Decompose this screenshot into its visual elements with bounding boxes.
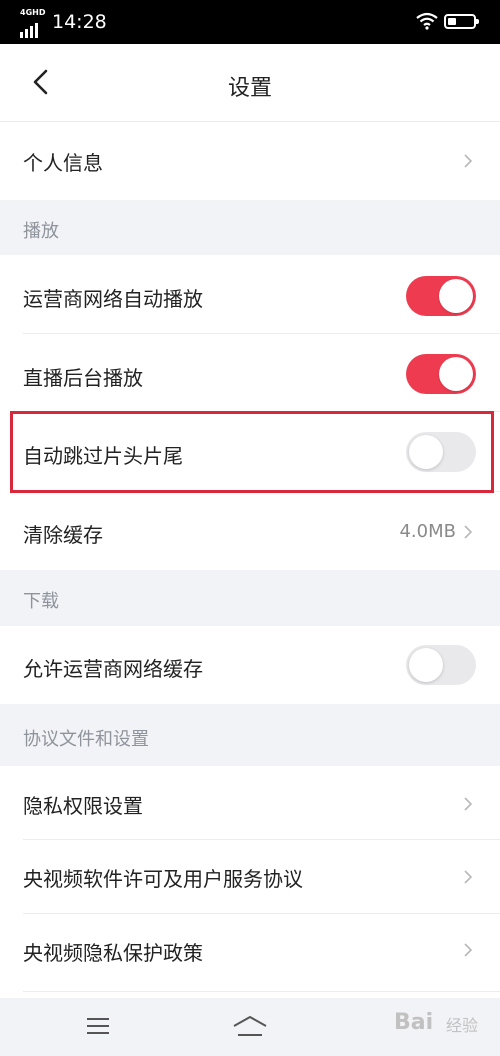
live-background-toggle[interactable]	[406, 354, 476, 394]
section-title: 播放	[23, 221, 59, 242]
menu-button[interactable]	[68, 1010, 128, 1046]
network-type-label: 4GHD	[20, 8, 46, 17]
clear-cache-row[interactable]: 清除缓存 4.0MB	[0, 492, 500, 570]
privacy-policy-row[interactable]: 央视频隐私保护政策	[0, 914, 500, 998]
skip-intro-row: 自动跳过片头片尾	[0, 412, 500, 492]
clear-cache-label: 清除缓存	[23, 523, 103, 547]
section-header-playback: 播放	[0, 200, 500, 255]
skip-intro-label: 自动跳过片头片尾	[23, 444, 183, 468]
home-icon	[232, 1015, 268, 1041]
personal-info-label: 个人信息	[23, 151, 103, 175]
battery-icon	[444, 14, 479, 29]
chevron-right-icon	[464, 154, 474, 168]
carrier-cache-toggle[interactable]	[406, 645, 476, 685]
privacy-policy-label: 央视频隐私保护政策	[23, 941, 203, 965]
section-title: 协议文件和设置	[23, 729, 149, 750]
license-agreement-label: 央视频软件许可及用户服务协议	[23, 867, 303, 891]
chevron-right-icon	[464, 525, 474, 539]
wifi-icon	[416, 12, 438, 34]
watermark-logo: Bai 经验	[388, 1000, 500, 1050]
live-background-row: 直播后台播放	[0, 334, 500, 412]
chevron-right-icon	[464, 943, 474, 957]
cache-size-value: 4.0MB	[399, 521, 456, 542]
chevron-right-icon	[464, 797, 474, 811]
privacy-permissions-label: 隐私权限设置	[23, 794, 143, 818]
privacy-permissions-row[interactable]: 隐私权限设置	[0, 766, 500, 840]
carrier-autoplay-row: 运营商网络自动播放	[0, 255, 500, 334]
status-time: 14:28	[52, 11, 107, 33]
watermark-sub: 经验	[446, 1016, 479, 1035]
carrier-cache-row: 允许运营商网络缓存	[0, 626, 500, 704]
menu-icon	[86, 1017, 110, 1039]
section-header-agreements: 协议文件和设置	[0, 704, 500, 766]
license-agreement-row[interactable]: 央视频软件许可及用户服务协议	[0, 840, 500, 914]
section-header-download: 下载	[0, 570, 500, 626]
carrier-autoplay-label: 运营商网络自动播放	[23, 287, 203, 311]
live-background-label: 直播后台播放	[23, 366, 143, 390]
watermark-text: Bai	[394, 1010, 434, 1035]
carrier-autoplay-toggle[interactable]	[406, 276, 476, 316]
carrier-cache-label: 允许运营商网络缓存	[23, 657, 203, 681]
home-button[interactable]	[220, 1010, 280, 1046]
nav-bar: 设置	[0, 44, 500, 122]
chevron-right-icon	[464, 870, 474, 884]
personal-info-row[interactable]: 个人信息	[0, 122, 500, 200]
status-bar: 4GHD 14:28	[0, 0, 500, 44]
page-title: 设置	[227, 76, 272, 101]
section-title: 下载	[23, 591, 59, 612]
skip-intro-toggle[interactable]	[406, 432, 476, 472]
